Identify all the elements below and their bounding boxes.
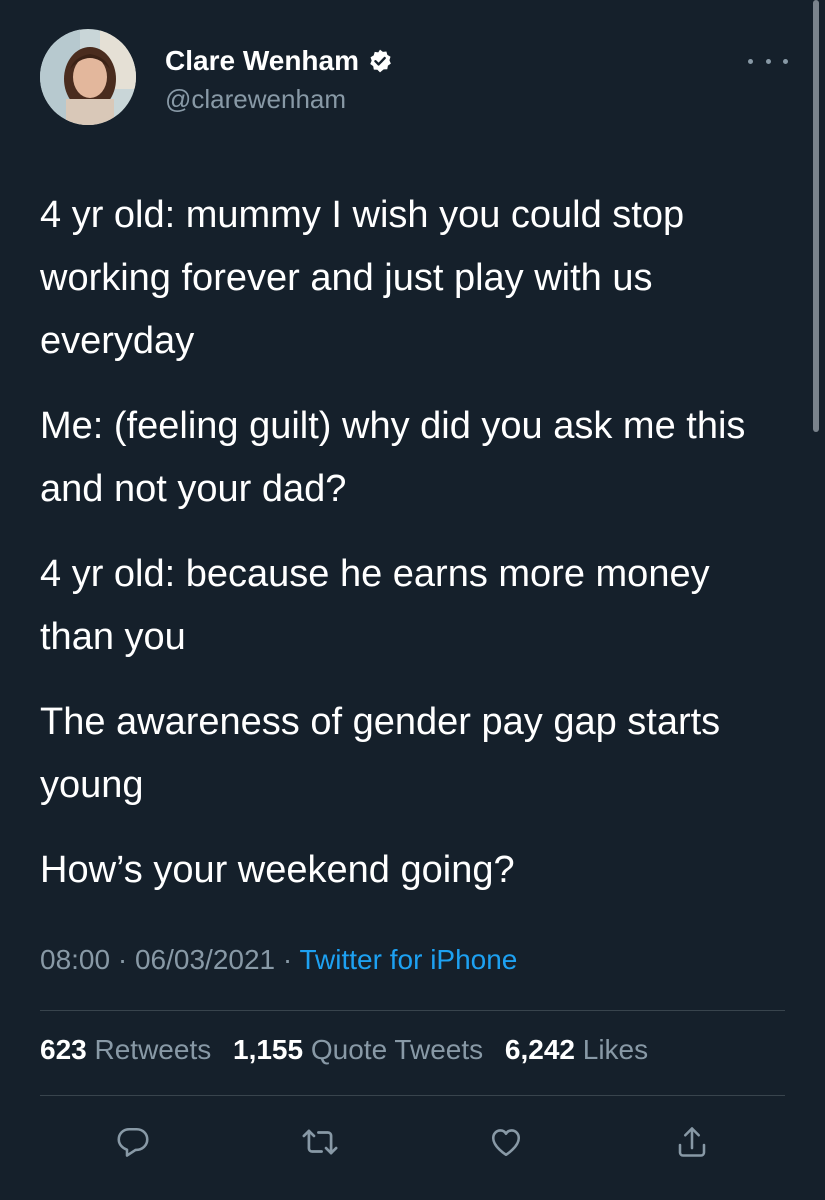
tweet-time[interactable]: 08:00 <box>40 944 110 975</box>
quote-tweets-count: 1,155 <box>233 1034 304 1065</box>
action-bar <box>0 1110 825 1170</box>
author-name-text[interactable]: Clare Wenham <box>165 45 359 77</box>
reply-icon[interactable] <box>111 1120 155 1164</box>
divider <box>40 1095 785 1096</box>
verified-badge-icon <box>367 48 393 74</box>
meta-separator: · <box>110 944 135 975</box>
heart-icon[interactable] <box>484 1120 528 1164</box>
author-handle[interactable]: @clarewenham <box>165 84 346 115</box>
retweets-stat[interactable]: 623 Retweets <box>40 1034 219 1065</box>
share-icon[interactable] <box>670 1120 714 1164</box>
tweet-timestamp: 08:00 · 06/03/2021 · Twitter for iPhone <box>40 944 517 976</box>
avatar[interactable] <box>40 29 136 125</box>
author-name[interactable]: Clare Wenham <box>165 45 393 77</box>
tweet-source-link[interactable]: Twitter for iPhone <box>300 944 518 975</box>
tweet-paragraph: How’s your weekend going? <box>40 849 515 891</box>
tweet-stats: 623 Retweets 1,155 Quote Tweets 6,242 Li… <box>40 1034 662 1066</box>
meta-separator: · <box>275 944 300 975</box>
quote-tweets-label: Quote Tweets <box>310 1034 484 1065</box>
likes-label: Likes <box>582 1034 649 1065</box>
more-icon[interactable] <box>748 46 788 76</box>
retweet-icon[interactable] <box>298 1120 342 1164</box>
quote-tweets-stat[interactable]: 1,155 Quote Tweets <box>233 1034 491 1065</box>
likes-count: 6,242 <box>504 1034 575 1065</box>
tweet-detail: Clare Wenham @clarewenham 4 yr old: mumm… <box>0 0 825 1200</box>
likes-stat[interactable]: 6,242 Likes <box>505 1034 648 1065</box>
divider <box>40 1010 785 1011</box>
scrollbar[interactable] <box>813 0 819 432</box>
tweet-paragraph: Me: (feeling guilt) why did you ask me t… <box>40 405 746 510</box>
retweets-label: Retweets <box>94 1034 212 1065</box>
tweet-paragraph: The awareness of gender pay gap starts y… <box>40 701 721 806</box>
tweet-paragraph: 4 yr old: because he earns more money th… <box>40 553 710 658</box>
tweet-text: 4 yr old: mummy I wish you could stop wo… <box>40 184 790 924</box>
tweet-paragraph: 4 yr old: mummy I wish you could stop wo… <box>40 194 685 362</box>
tweet-date[interactable]: 06/03/2021 <box>135 944 275 975</box>
retweets-count: 623 <box>40 1034 87 1065</box>
